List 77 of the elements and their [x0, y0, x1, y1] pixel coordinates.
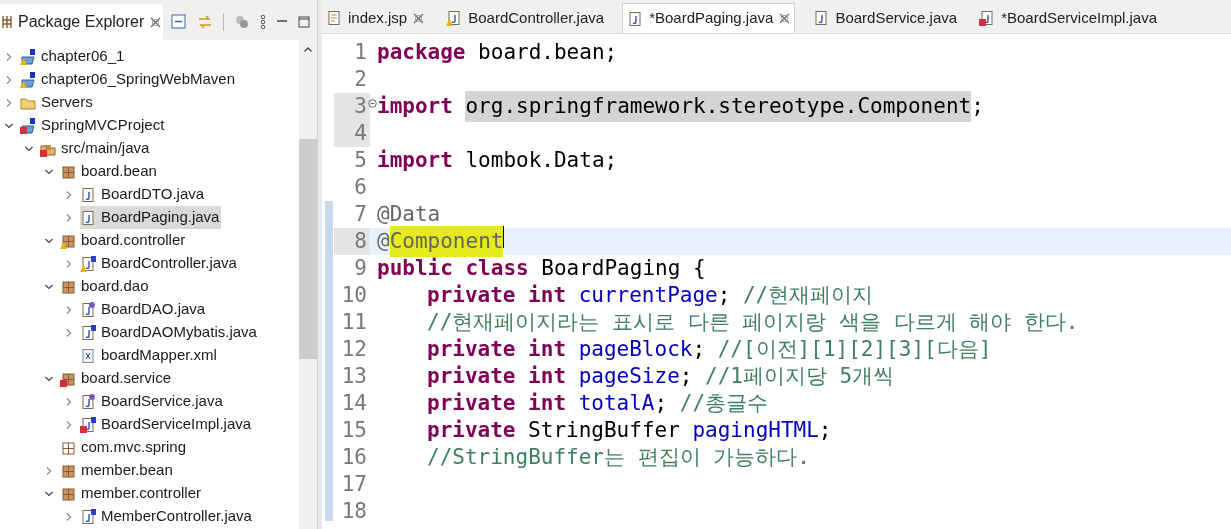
view-menu-icon[interactable] — [260, 14, 267, 30]
tree-item[interactable]: src/main/java — [40, 137, 152, 160]
line-number: 5 — [354, 146, 367, 174]
tree-item[interactable]: BoardServiceImpl.java — [80, 413, 254, 436]
tree-item[interactable]: MemberController.java — [80, 505, 254, 528]
line-number: 11 — [341, 308, 367, 336]
close-icon[interactable] — [413, 12, 425, 24]
close-icon[interactable] — [779, 13, 791, 24]
editor-tab[interactable]: *BoardServiceImpl.java — [975, 3, 1162, 33]
line-number: 1 — [354, 38, 367, 66]
collapsed-chevron-icon[interactable] — [4, 51, 14, 62]
line-number: 10 — [341, 281, 367, 309]
line-number: 4 — [354, 119, 367, 147]
line-number: 12 — [341, 335, 367, 363]
code-line: //StringBuffer는 편집이 가능하다. — [426, 443, 810, 471]
tree-item[interactable]: chapter06_1 — [20, 45, 127, 68]
line-number: 17 — [341, 470, 367, 498]
code-line: private int totalA; //총글수 — [426, 389, 769, 417]
line-number: 8 — [354, 227, 367, 255]
tree-item[interactable]: member.bean — [60, 459, 175, 482]
editor-tab[interactable]: *BoardPaging.java — [622, 3, 796, 33]
package-icon — [2, 15, 12, 29]
line-number: 9 — [354, 254, 367, 282]
view-tab[interactable]: Package Explorer — [0, 4, 164, 40]
code-line: private int pageBlock; //[이전][1][2][3][다음] — [426, 335, 992, 363]
tree-item[interactable]: com.mvc.spring — [60, 436, 189, 459]
tree-item[interactable]: BoardDAO.java — [80, 298, 208, 321]
maximize-icon[interactable] — [298, 16, 311, 28]
collapsed-chevron-icon[interactable] — [64, 396, 74, 407]
collapsed-chevron-icon[interactable] — [64, 258, 74, 269]
tree-item[interactable]: BoardController.java — [80, 252, 239, 275]
line-number: 13 — [341, 362, 367, 390]
line-number: 3 — [354, 92, 367, 120]
line-number: 15 — [341, 416, 367, 444]
collapsed-chevron-icon[interactable] — [64, 327, 74, 338]
fold-icon[interactable] — [368, 99, 377, 108]
collapsed-chevron-icon[interactable] — [4, 97, 14, 108]
tree-item[interactable]: SpringMVCProject — [20, 114, 167, 137]
code-line: package board.bean; — [376, 38, 618, 66]
code-line: @Data — [376, 200, 441, 228]
collapsed-chevron-icon[interactable] — [64, 212, 74, 223]
line-number: 6 — [354, 173, 367, 201]
code-line: import lombok.Data; — [376, 146, 618, 174]
line-number: 7 — [354, 200, 367, 228]
line-number: 14 — [341, 389, 367, 417]
tree-item[interactable]: BoardService.java — [80, 390, 225, 413]
collapse-all-icon[interactable] — [171, 14, 188, 30]
collapsed-chevron-icon[interactable] — [64, 419, 74, 430]
line-number: 18 — [341, 497, 367, 525]
tree-item[interactable]: BoardDTO.java — [80, 183, 207, 206]
close-icon[interactable] — [150, 16, 162, 28]
tree-item[interactable]: board.controller — [60, 229, 188, 252]
tree-item[interactable]: BoardPaging.java — [80, 206, 222, 229]
tree-item[interactable]: BoardDAOMybatis.java — [80, 321, 259, 344]
editor-tab[interactable]: index.jsp — [322, 3, 429, 33]
code-line: private int pageSize; //1페이지당 5개씩 — [426, 362, 895, 390]
code-line: public class BoardPaging { — [376, 254, 706, 282]
tree-item[interactable]: board.service — [60, 367, 174, 390]
line-number: 2 — [354, 65, 367, 93]
tree-item[interactable]: chapter06_SpringWebMaven — [20, 68, 237, 91]
line-number: 16 — [341, 443, 367, 471]
code-line: private int currentPage; //현재페이지 — [426, 281, 874, 309]
tree-item[interactable]: board.dao — [60, 275, 151, 298]
collapsed-chevron-icon[interactable] — [64, 304, 74, 315]
scrollbar[interactable] — [299, 40, 317, 529]
code-line: private StringBuffer pagingHTML; — [426, 416, 832, 444]
tree-item[interactable]: boardMapper.xml — [80, 344, 219, 367]
editor-tab[interactable]: BoardService.java — [809, 3, 962, 33]
code-line: //현재페이지라는 표시로 다른 페이지랑 색을 다르게 해야 한다. — [426, 308, 1079, 336]
editor-tab[interactable]: BoardController.java — [442, 3, 609, 33]
tree-item[interactable]: Servers — [20, 91, 95, 114]
tree-item[interactable]: board.bean — [60, 160, 159, 183]
collapsed-chevron-icon[interactable] — [64, 511, 74, 522]
tree-item[interactable]: member.controller — [60, 482, 204, 505]
collapsed-chevron-icon[interactable] — [44, 465, 54, 476]
collapsed-chevron-icon[interactable] — [64, 189, 74, 200]
collapsed-chevron-icon[interactable] — [4, 74, 14, 85]
